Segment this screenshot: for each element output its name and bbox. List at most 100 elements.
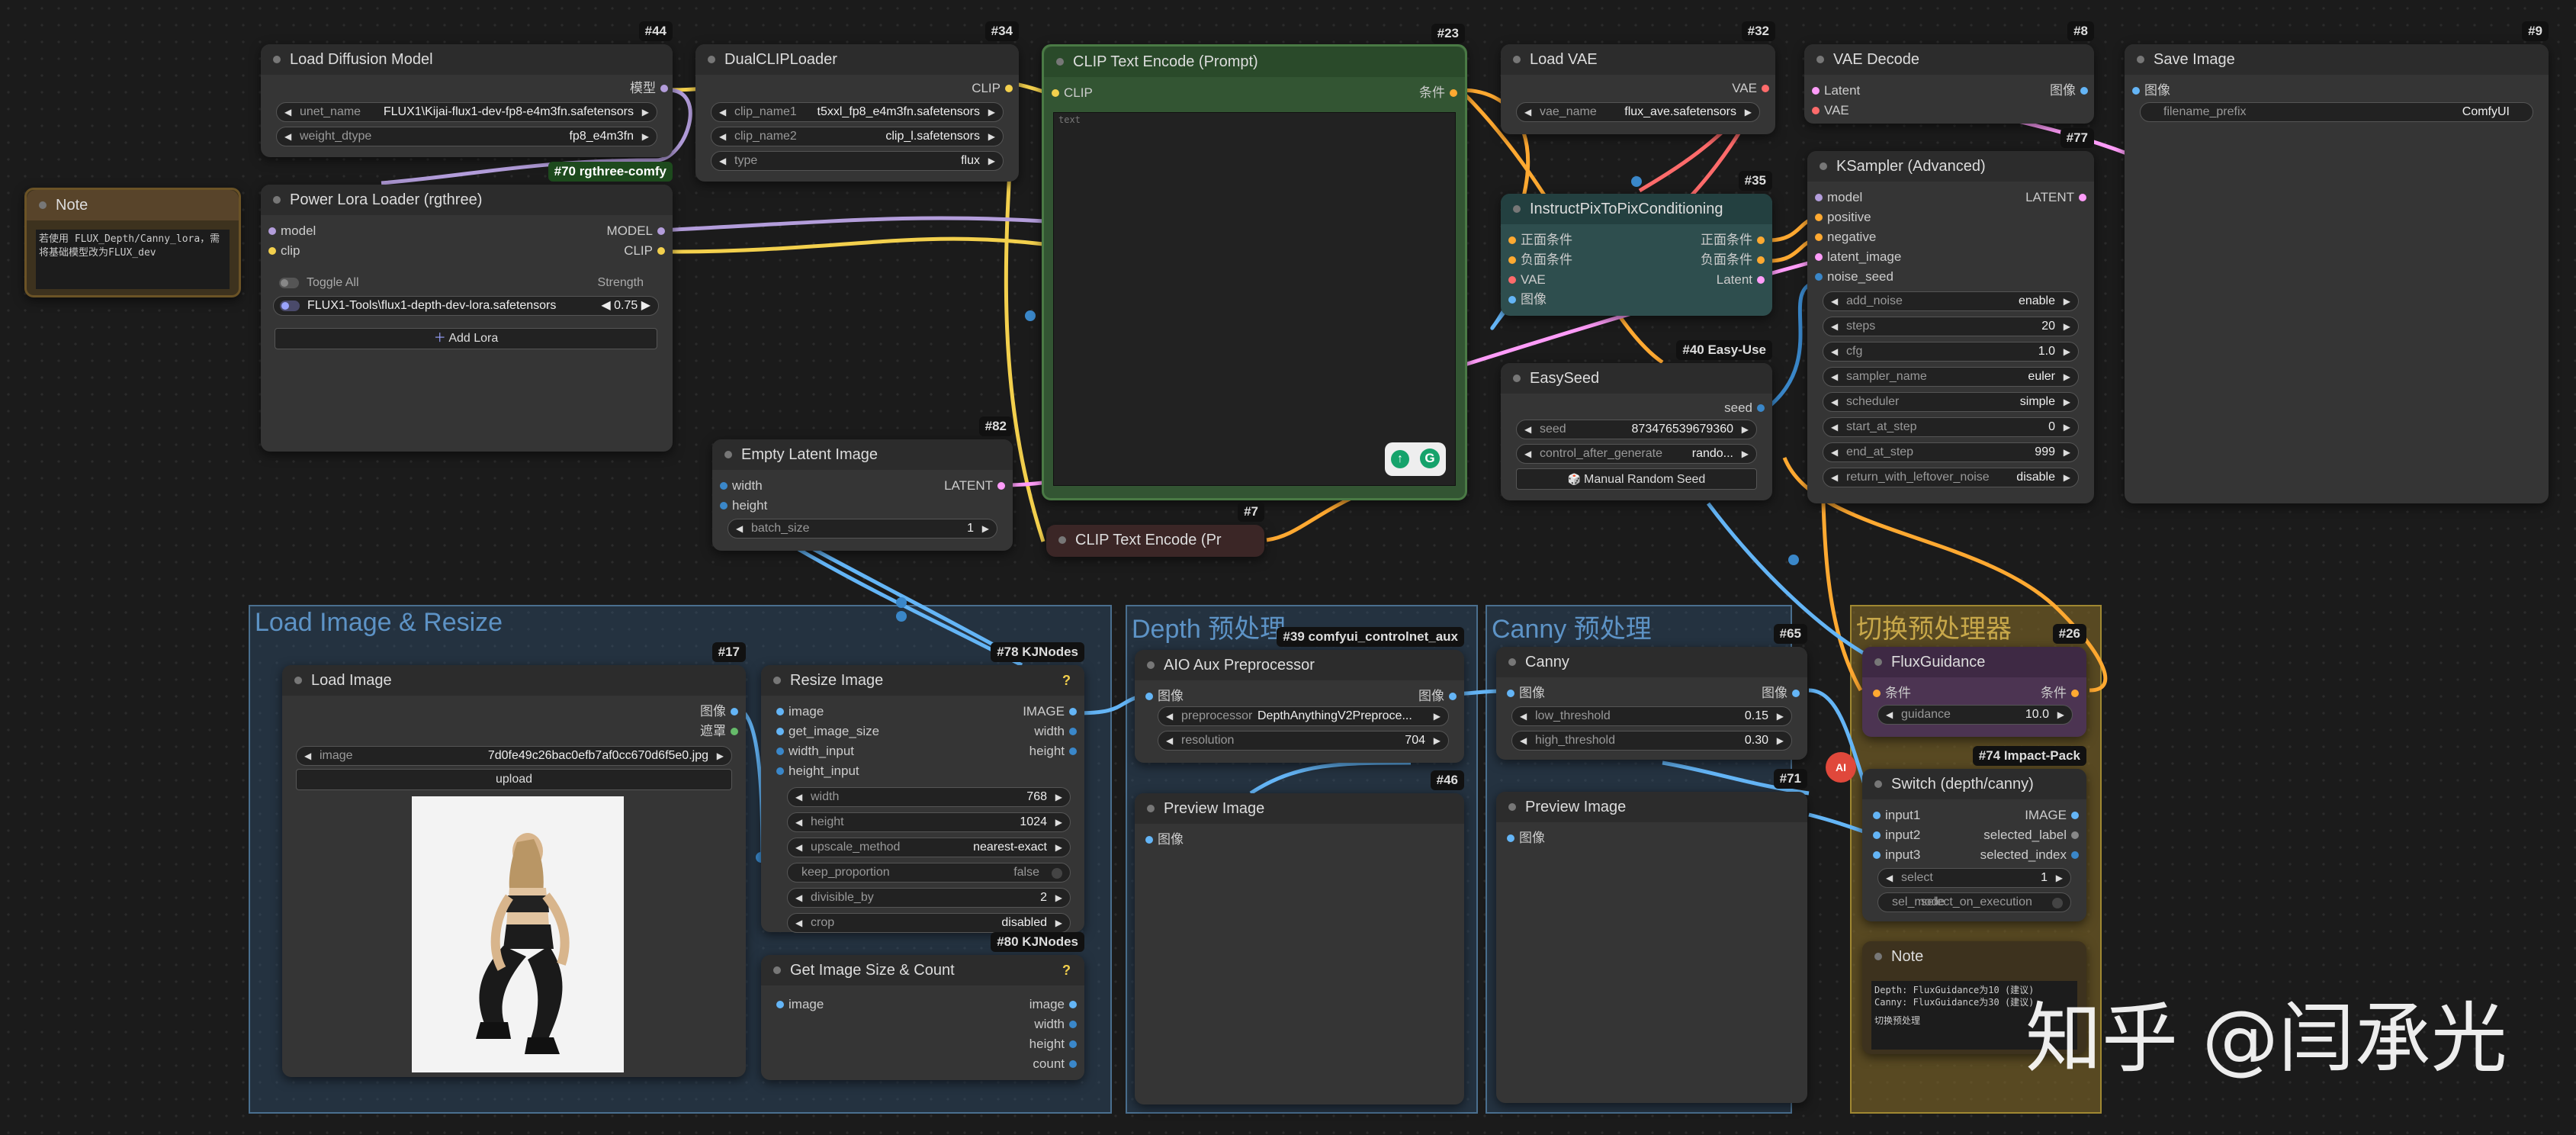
- sel-mode-toggle[interactable]: sel_mode select_on_execution: [1877, 892, 2071, 912]
- help-icon[interactable]: ?: [1062, 963, 1071, 979]
- node-dual-clip-loader[interactable]: #34 DualCLIPLoader CLIP ◀ clip_name1 t5xxl…: [695, 21, 1019, 182]
- input-image[interactable]: 图像: [1508, 291, 1547, 308]
- ksampler-widget[interactable]: ◀ scheduler simple ▶: [1823, 392, 2079, 412]
- input-height[interactable]: height: [720, 497, 767, 514]
- input-clip[interactable]: clip: [268, 243, 300, 259]
- node-flux-guidance[interactable]: #26 FluxGuidance 条件 条件 ◀ guidance 10.0 ▶: [1862, 624, 2086, 737]
- input-latent[interactable]: Latent: [1812, 82, 1860, 99]
- output-model[interactable]: MODEL: [607, 223, 665, 240]
- add-lora-button[interactable]: ＋ Add Lora: [275, 328, 657, 349]
- input-image[interactable]: 图像: [1507, 830, 1545, 847]
- input-positive[interactable]: 正面条件: [1508, 232, 1572, 249]
- node-switch-depth-canny[interactable]: #74 Impact-Pack Switch (depth/canny) inp…: [1862, 746, 2086, 921]
- input-image[interactable]: 图像: [1507, 685, 1545, 702]
- clip-name1-select[interactable]: ◀ clip_name1 t5xxl_fp8_e4m3fn.safetensors ▶: [711, 102, 1004, 122]
- node-resize-image[interactable]: #78 KJNodes Resize Image ? image get_ima…: [761, 642, 1084, 933]
- upload-button[interactable]: upload: [296, 769, 732, 790]
- node-aio-aux-preprocessor[interactable]: #39 comfyui_controlnet_aux AIO Aux Prepr…: [1135, 627, 1464, 763]
- unet-name-select[interactable]: ◀ unet_name FLUX1\Kijai-flux1-dev-fp8-e4m3…: [276, 102, 657, 122]
- batch-size-input[interactable]: ◀ batch_size 1 ▶: [728, 519, 997, 539]
- node-easy-seed[interactable]: #40 Easy-Use EasySeed seed ◀ seed 87347653…: [1501, 340, 1772, 500]
- node-load-diffusion-model[interactable]: #44 Load Diffusion Model 模型 ◀ unet_name FL…: [261, 21, 673, 157]
- vae-name-select[interactable]: ◀ vae_name flux_ave.safetensors ▶: [1516, 102, 1760, 122]
- input-image[interactable]: 图像: [2132, 82, 2170, 99]
- output-height[interactable]: height: [1029, 743, 1077, 760]
- control-after-generate-select[interactable]: ◀ control_after_generate rando... ▶: [1516, 444, 1757, 464]
- node-clip-text-encode-collapsed[interactable]: #7 CLIP Text Encode (Pr: [1046, 502, 1264, 557]
- output-count[interactable]: count: [1033, 1056, 1077, 1072]
- type-select[interactable]: ◀ type flux ▶: [711, 151, 1004, 171]
- resize-widget[interactable]: ◀ upscale_method nearest-exact ▶: [787, 838, 1071, 857]
- output-width[interactable]: width: [1034, 1016, 1077, 1033]
- output-latent[interactable]: LATENT: [944, 477, 1005, 494]
- output-positive[interactable]: 正面条件: [1701, 232, 1765, 249]
- weight-dtype-select[interactable]: ◀ weight_dtype fp8_e4m3fn ▶: [276, 127, 657, 146]
- node-preview-image-depth[interactable]: #46 Preview Image 图像: [1135, 770, 1464, 1104]
- manual-random-seed-button[interactable]: 🎲 Manual Random Seed: [1516, 468, 1757, 490]
- input-image[interactable]: 图像: [1145, 688, 1184, 705]
- output-latent[interactable]: LATENT: [2025, 189, 2086, 206]
- input-negative[interactable]: negative: [1815, 229, 1876, 246]
- prompt-textarea[interactable]: text ↑ G: [1053, 112, 1456, 486]
- output-image[interactable]: 图像: [700, 703, 738, 720]
- output-image[interactable]: 图像: [2050, 82, 2088, 99]
- node-load-image[interactable]: #17 Load Image 图像 遮罩 ◀ image 7d0fe49c26bac…: [282, 642, 746, 1077]
- node-empty-latent-image[interactable]: #82 Empty Latent Image width height LATE…: [712, 416, 1013, 551]
- node-clip-text-encode[interactable]: #23 CLIP Text Encode (Prompt) CLIP 条件 te…: [1042, 24, 1467, 500]
- output-conditioning[interactable]: 条件: [2041, 685, 2079, 702]
- output-selected-label[interactable]: selected_label: [1983, 827, 2079, 844]
- input-image[interactable]: image: [776, 996, 824, 1013]
- resize-widget[interactable]: ◀ crop disabled ▶: [787, 913, 1071, 933]
- output-height[interactable]: height: [1029, 1036, 1077, 1053]
- resolution-input[interactable]: ◀ resolution 704 ▶: [1158, 731, 1449, 751]
- seed-input[interactable]: ◀ seed 873476539679360 ▶: [1516, 420, 1757, 439]
- input-image[interactable]: image: [776, 703, 824, 720]
- output-image[interactable]: 图像: [1762, 685, 1800, 702]
- ai-assistant-icon[interactable]: AI: [1826, 752, 1856, 783]
- resize-widget[interactable]: ◀ height 1024 ▶: [787, 812, 1071, 832]
- help-icon[interactable]: ?: [1062, 673, 1071, 689]
- input-latent[interactable]: latent_image: [1815, 249, 1901, 265]
- node-save-image[interactable]: #9 Save Image 图像 filename_prefix ComfyUI: [2125, 21, 2549, 503]
- image-select[interactable]: ◀ image 7d0fe49c26bac0efb7af0cc670d6f5e0.j…: [296, 746, 732, 766]
- node-load-vae[interactable]: #32 Load VAE VAE ◀ vae_name flux_ave.safet…: [1501, 21, 1775, 134]
- input-clip[interactable]: CLIP: [1052, 85, 1093, 101]
- lora-row[interactable]: FLUX1-Tools\flux1-depth-dev-lora.safeten…: [273, 296, 659, 316]
- input-image[interactable]: 图像: [1145, 831, 1184, 848]
- output-model[interactable]: 模型: [630, 80, 668, 97]
- note-text[interactable]: 若使用 FLUX_Depth/Canny_lora，需将基础模型改为FLUX_d…: [36, 230, 230, 289]
- input-width-input[interactable]: width_input: [776, 743, 854, 760]
- input-negative[interactable]: 负面条件: [1508, 252, 1572, 268]
- output-image[interactable]: IMAGE: [2025, 807, 2079, 824]
- high-threshold-input[interactable]: ◀ high_threshold 0.30 ▶: [1511, 731, 1792, 751]
- node-power-lora-loader[interactable]: #70 rgthree-comfy Power Lora Loader (rgt…: [261, 162, 673, 452]
- input-3[interactable]: input3: [1873, 847, 1920, 863]
- toggle-all[interactable]: Toggle All: [279, 276, 359, 290]
- input-height-input[interactable]: height_input: [776, 763, 859, 780]
- preprocessor-select[interactable]: ◀ preprocessor DepthAnythingV2Preproce... ▶: [1158, 706, 1449, 726]
- output-mask[interactable]: 遮罩: [700, 723, 738, 740]
- node-canny[interactable]: #65 Canny 图像 图像 ◀ low_threshold 0.15 ▶ ◀ hig…: [1496, 624, 1807, 760]
- filename-prefix-input[interactable]: filename_prefix ComfyUI: [2140, 102, 2533, 122]
- output-image[interactable]: IMAGE: [1023, 703, 1077, 720]
- output-width[interactable]: width: [1034, 723, 1077, 740]
- input-conditioning[interactable]: 条件: [1873, 685, 1911, 702]
- clip-name2-select[interactable]: ◀ clip_name2 clip_l.safetensors ▶: [711, 127, 1004, 146]
- input-2[interactable]: input2: [1873, 827, 1920, 844]
- grammarly-icon[interactable]: ↑ G: [1385, 442, 1446, 476]
- resize-widget[interactable]: ◀ divisible_by 2 ▶: [787, 888, 1071, 908]
- output-selected-index[interactable]: selected_index: [1980, 847, 2079, 863]
- input-width[interactable]: width: [720, 477, 763, 494]
- select-input[interactable]: ◀ select 1 ▶: [1877, 868, 2071, 888]
- low-threshold-input[interactable]: ◀ low_threshold 0.15 ▶: [1511, 706, 1792, 726]
- ksampler-widget[interactable]: ◀ end_at_step 999 ▶: [1823, 442, 2079, 462]
- node-preview-image-canny[interactable]: #71 Preview Image 图像: [1496, 769, 1807, 1103]
- output-vae[interactable]: VAE: [1732, 80, 1769, 97]
- input-model[interactable]: model: [1815, 189, 1862, 206]
- input-model[interactable]: model: [268, 223, 316, 240]
- ksampler-widget[interactable]: ◀ return_with_leftover_noise disable ▶: [1823, 468, 2079, 487]
- node-note-left[interactable]: Note 若使用 FLUX_Depth/Canny_lora，需将基础模型改为F…: [24, 188, 241, 297]
- input-noise-seed[interactable]: noise_seed: [1815, 268, 1893, 285]
- ksampler-widget[interactable]: ◀ cfg 1.0 ▶: [1823, 342, 2079, 362]
- ksampler-widget[interactable]: ◀ add_noise enable ▶: [1823, 291, 2079, 311]
